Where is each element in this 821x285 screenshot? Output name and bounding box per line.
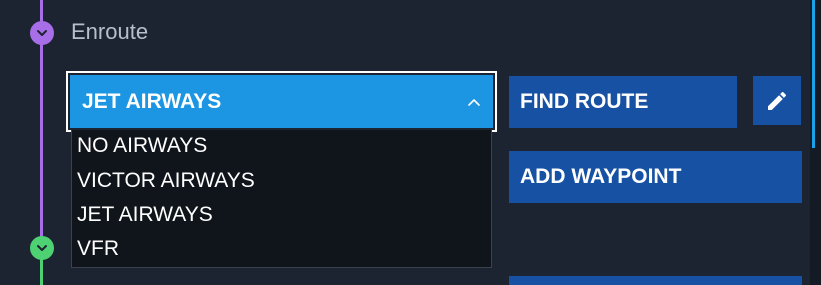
edit-route-button[interactable] — [753, 76, 801, 125]
airway-type-select-value-box[interactable]: JET AIRWAYS — [70, 75, 493, 128]
airway-option-victor-airways[interactable]: VICTOR AIRWAYS — [77, 168, 255, 194]
enroute-collapse-toggle[interactable] — [30, 21, 54, 45]
airway-option-vfr[interactable]: VFR — [77, 236, 119, 262]
partially-visible-button[interactable] — [509, 276, 802, 285]
chevron-up-icon — [468, 98, 480, 106]
chevron-down-icon — [37, 245, 47, 251]
airway-type-options-list: NO AIRWAYS VICTOR AIRWAYS JET AIRWAYS VF… — [71, 130, 492, 268]
add-waypoint-button-label: ADD WAYPOINT — [520, 165, 682, 188]
find-route-button-label: FIND ROUTE — [520, 90, 649, 113]
airway-type-select[interactable]: JET AIRWAYS — [66, 71, 497, 132]
find-route-button[interactable]: FIND ROUTE — [509, 76, 737, 128]
add-waypoint-button[interactable]: ADD WAYPOINT — [509, 151, 802, 203]
airway-type-selected-label: JET AIRWAYS — [82, 89, 222, 113]
airway-option-jet-airways[interactable]: JET AIRWAYS — [77, 202, 213, 228]
chevron-down-icon — [37, 30, 47, 36]
scrollbar-thumb[interactable] — [812, 0, 815, 148]
pencil-icon — [768, 91, 787, 110]
route-panel: Enroute JET AIRWAYS NO AIRWAYS VICTOR AI… — [0, 0, 821, 285]
airway-option-no-airways[interactable]: NO AIRWAYS — [77, 133, 207, 159]
next-section-toggle[interactable] — [30, 236, 54, 260]
section-title-enroute: Enroute — [71, 19, 149, 44]
timeline-segment-next — [40, 258, 43, 285]
